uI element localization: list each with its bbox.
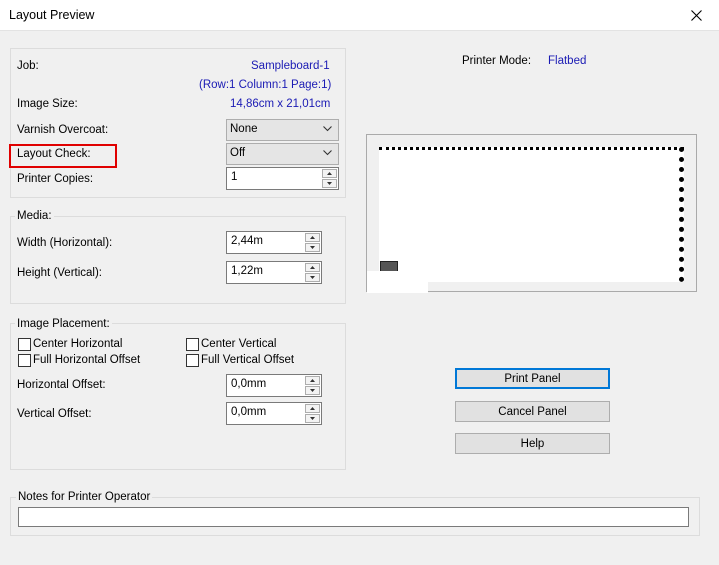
- center-horizontal-label[interactable]: Center Horizontal: [33, 338, 122, 350]
- center-vertical-checkbox[interactable]: [186, 338, 199, 351]
- vertical-offset-value: 0,0mm: [231, 406, 267, 418]
- center-horizontal-checkbox[interactable]: [18, 338, 31, 351]
- media-height-value: 1,22m: [231, 265, 263, 277]
- spin-down-button[interactable]: [305, 273, 320, 282]
- printer-copies-label: Printer Copies:: [17, 173, 94, 185]
- layout-preview-canvas: [366, 134, 697, 293]
- cancel-panel-button[interactable]: Cancel Panel: [455, 401, 610, 422]
- arrow-up-icon: [310, 407, 315, 410]
- arrow-down-icon: [310, 417, 315, 420]
- full-vertical-offset-checkbox[interactable]: [186, 354, 199, 367]
- full-horizontal-offset-checkbox[interactable]: [18, 354, 31, 367]
- help-button[interactable]: Help: [455, 433, 610, 454]
- close-icon: [690, 10, 702, 21]
- full-horizontal-offset-label[interactable]: Full Horizontal Offset: [33, 354, 140, 366]
- spin-down-button[interactable]: [305, 243, 320, 252]
- arrow-up-icon: [310, 266, 315, 269]
- image-placement-group-label: Image Placement:: [15, 318, 112, 330]
- spin-up-button[interactable]: [322, 169, 337, 178]
- media-height-label: Height (Vertical):: [17, 267, 103, 279]
- chevron-down-icon: [323, 150, 332, 156]
- varnish-overcoat-value: None: [230, 123, 258, 135]
- arrow-down-icon: [310, 276, 315, 279]
- arrow-down-icon: [310, 389, 315, 392]
- media-group: [10, 216, 346, 304]
- media-sheet-preview: [379, 147, 684, 282]
- spin-up-button[interactable]: [305, 376, 320, 385]
- vertical-offset-label: Vertical Offset:: [17, 408, 92, 420]
- varnish-overcoat-select[interactable]: None: [226, 119, 339, 141]
- media-height-stepper[interactable]: 1,22m: [226, 261, 322, 284]
- preview-mask: [367, 271, 428, 293]
- notes-group-label: Notes for Printer Operator: [16, 491, 153, 503]
- printer-mode-value: Flatbed: [548, 55, 587, 67]
- chevron-down-icon: [323, 126, 332, 132]
- printer-mode-label: Printer Mode:: [462, 55, 532, 67]
- arrow-down-icon: [327, 182, 332, 185]
- print-panel-button[interactable]: Print Panel: [455, 368, 610, 389]
- job-position-value: (Row:1 Column:1 Page:1): [199, 79, 332, 91]
- close-button[interactable]: [673, 0, 719, 31]
- spin-up-button[interactable]: [305, 404, 320, 413]
- spin-down-button[interactable]: [322, 179, 337, 188]
- horizontal-offset-label: Horizontal Offset:: [17, 379, 106, 391]
- job-label: Job:: [17, 60, 39, 72]
- image-size-label: Image Size:: [17, 98, 78, 110]
- media-group-label: Media:: [15, 210, 54, 222]
- layout-check-value: Off: [230, 147, 246, 159]
- printer-copies-stepper[interactable]: 1: [226, 167, 339, 190]
- full-vertical-offset-label[interactable]: Full Vertical Offset: [201, 354, 294, 366]
- arrow-down-icon: [310, 246, 315, 249]
- arrow-up-icon: [310, 236, 315, 239]
- printer-copies-value: 1: [231, 171, 238, 183]
- spin-down-button[interactable]: [305, 414, 320, 423]
- horizontal-offset-value: 0,0mm: [231, 378, 267, 390]
- spin-down-button[interactable]: [305, 386, 320, 395]
- image-size-value: 14,86cm x 21,01cm: [230, 98, 331, 110]
- center-vertical-label[interactable]: Center Vertical: [201, 338, 276, 350]
- job-value: Sampleboard-1: [251, 60, 330, 72]
- horizontal-offset-stepper[interactable]: 0,0mm: [226, 374, 322, 397]
- media-width-stepper[interactable]: 2,44m: [226, 231, 322, 254]
- spin-up-button[interactable]: [305, 263, 320, 272]
- media-width-label: Width (Horizontal):: [17, 237, 113, 249]
- title-bar: Layout Preview: [0, 0, 719, 31]
- arrow-up-icon: [327, 172, 332, 175]
- layout-check-select[interactable]: Off: [226, 143, 339, 165]
- spin-up-button[interactable]: [305, 233, 320, 242]
- media-width-value: 2,44m: [231, 235, 263, 247]
- notes-input[interactable]: [18, 507, 689, 527]
- vertical-offset-stepper[interactable]: 0,0mm: [226, 402, 322, 425]
- varnish-overcoat-label: Varnish Overcoat:: [17, 124, 109, 136]
- arrow-up-icon: [310, 379, 315, 382]
- layout-check-label: Layout Check:: [17, 148, 91, 160]
- window-title: Layout Preview: [9, 8, 95, 22]
